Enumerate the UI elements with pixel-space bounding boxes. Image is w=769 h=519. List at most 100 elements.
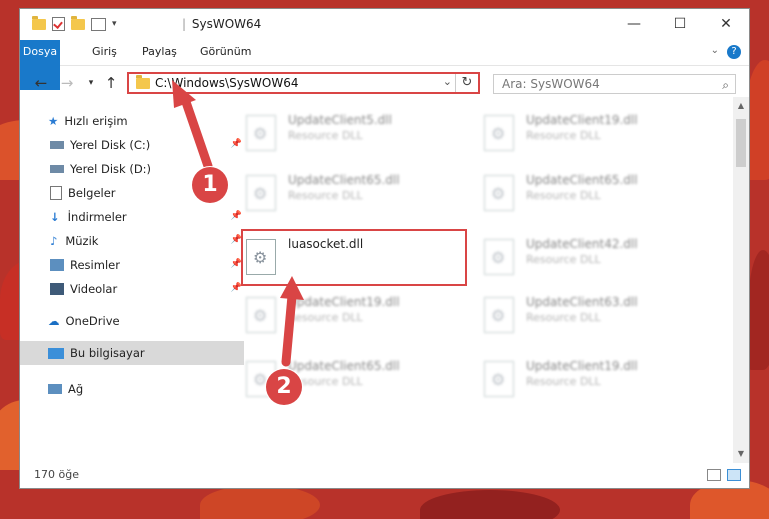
dll-file-icon bbox=[246, 115, 276, 151]
sidebar-item-label: Hızlı erişim bbox=[64, 114, 128, 128]
file-name: UpdateClient65.dll bbox=[288, 173, 400, 187]
address-folder-icon bbox=[136, 75, 150, 89]
file-name: UpdateClient19.dll bbox=[526, 359, 638, 373]
sidebar-item-label: OneDrive bbox=[65, 314, 120, 328]
file-name: UpdateClient63.dll bbox=[526, 295, 638, 309]
file-name: UpdateClient42.dll bbox=[526, 237, 638, 251]
cloud-icon: ☁ bbox=[48, 314, 60, 328]
list-item[interactable]: UpdateClient63.dll Resource DLL bbox=[478, 289, 703, 339]
sidebar-item-disk-c[interactable]: Yerel Disk (C:) 📌 bbox=[20, 133, 246, 157]
list-item[interactable]: UpdateClient65.dll Resource DLL bbox=[478, 167, 703, 217]
dll-file-icon bbox=[484, 239, 514, 275]
title-separator: | bbox=[182, 17, 187, 31]
video-icon bbox=[50, 283, 64, 295]
file-name: UpdateClient19.dll bbox=[288, 295, 400, 309]
tab-home[interactable]: Giriş bbox=[82, 40, 127, 64]
list-item[interactable]: UpdateClient19.dll Resource DLL bbox=[240, 289, 465, 339]
pictures-icon bbox=[50, 259, 64, 271]
sidebar-item-network[interactable]: Ağ bbox=[20, 377, 216, 401]
minimize-button[interactable]: — bbox=[611, 9, 657, 39]
sidebar-item-music[interactable]: ♪ Müzik 📌 bbox=[20, 229, 246, 253]
search-input[interactable]: Ara: SysWOW64 ⌕ bbox=[493, 74, 736, 94]
large-icons-view-icon[interactable] bbox=[727, 469, 741, 481]
window-title-text: SysWOW64 bbox=[191, 17, 262, 31]
file-type: Resource DLL bbox=[526, 129, 601, 142]
sidebar-item-downloads[interactable]: ↓ İndirmeler 📌 bbox=[20, 205, 246, 229]
documents-icon bbox=[50, 186, 62, 200]
scroll-down-icon[interactable]: ▼ bbox=[733, 447, 749, 461]
file-name: UpdateClient65.dll bbox=[526, 173, 638, 187]
sidebar-item-label: Yerel Disk (D:) bbox=[70, 162, 152, 176]
file-type: Resource DLL bbox=[288, 189, 363, 202]
step-2-badge: 2 bbox=[266, 369, 302, 405]
navigation-pane: ★ Hızlı erişim Yerel Disk (C:) 📌 Yerel D… bbox=[20, 105, 244, 367]
vertical-scrollbar[interactable]: ▲ ▼ bbox=[733, 97, 749, 463]
download-icon: ↓ bbox=[50, 210, 60, 224]
chevron-down-icon[interactable]: ▾ bbox=[112, 19, 117, 29]
dll-file-icon bbox=[484, 361, 514, 397]
forward-arrow-icon[interactable]: → bbox=[58, 74, 76, 92]
search-placeholder: Ara: SysWOW64 bbox=[502, 77, 600, 91]
dll-file-icon bbox=[484, 175, 514, 211]
sidebar-item-this-pc[interactable]: Bu bilgisayar bbox=[20, 341, 244, 365]
list-item[interactable]: UpdateClient65.dll Resource DLL bbox=[240, 167, 465, 217]
address-bar[interactable]: C:\Windows\SysWOW64 ⌄ ↻ bbox=[127, 72, 480, 94]
sidebar-item-label: Müzik bbox=[65, 234, 99, 248]
tab-share[interactable]: Paylaş bbox=[132, 40, 187, 64]
sidebar-item-videos[interactable]: Videolar 📌 bbox=[20, 277, 246, 301]
list-item[interactable]: UpdateClient5.dll Resource DLL bbox=[240, 107, 465, 157]
sidebar-item-label: Yerel Disk (C:) bbox=[70, 138, 151, 152]
drive-icon bbox=[50, 141, 64, 149]
file-type: Resource DLL bbox=[526, 311, 601, 324]
help-icon[interactable]: ? bbox=[727, 45, 741, 59]
drive-icon bbox=[50, 165, 64, 173]
search-icon[interactable]: ⌕ bbox=[722, 78, 729, 93]
details-view-icon[interactable] bbox=[707, 469, 721, 481]
sidebar-item-label: Videolar bbox=[70, 282, 118, 296]
luasocket-highlight-box bbox=[241, 229, 467, 286]
explorer-window: ▾ | SysWOW64 — ☐ ✕ Dosya Giriş Paylaş Gö… bbox=[19, 8, 750, 489]
properties-check-icon[interactable] bbox=[52, 17, 65, 31]
ribbon-tabs: Dosya Giriş Paylaş Görünüm ⌄ ? bbox=[20, 40, 749, 90]
tab-view[interactable]: Görünüm bbox=[190, 40, 261, 64]
expand-ribbon-icon[interactable]: ⌄ bbox=[711, 45, 719, 56]
up-arrow-icon[interactable]: ↑ bbox=[102, 74, 120, 92]
customize-toolbar-icon[interactable] bbox=[91, 17, 106, 31]
recent-locations-icon[interactable]: ▾ bbox=[82, 74, 100, 92]
file-type: Resource DLL bbox=[526, 189, 601, 202]
sidebar-item-label: Ağ bbox=[68, 382, 84, 396]
window-title: | SysWOW64 bbox=[180, 17, 261, 31]
new-folder-icon[interactable] bbox=[71, 15, 85, 30]
network-icon bbox=[48, 384, 62, 394]
sidebar-item-label: Belgeler bbox=[68, 186, 116, 200]
address-dropdown-icon[interactable]: ⌄ bbox=[443, 75, 452, 88]
folder-icon[interactable] bbox=[32, 15, 46, 30]
file-type: Resource DLL bbox=[288, 311, 363, 324]
dll-file-icon bbox=[246, 297, 276, 333]
quick-access-toolbar: ▾ bbox=[32, 15, 117, 31]
item-count: 170 öğe bbox=[34, 468, 79, 481]
maximize-button[interactable]: ☐ bbox=[657, 9, 703, 39]
back-arrow-icon[interactable]: ← bbox=[32, 74, 50, 92]
list-item[interactable]: UpdateClient42.dll Resource DLL bbox=[478, 231, 703, 281]
file-name: UpdateClient65.dll bbox=[288, 359, 400, 373]
list-item[interactable]: UpdateClient19.dll Resource DLL bbox=[478, 107, 703, 157]
list-item[interactable]: UpdateClient19.dll Resource DLL bbox=[478, 353, 703, 403]
close-button[interactable]: ✕ bbox=[703, 9, 749, 39]
refresh-icon[interactable]: ↻ bbox=[455, 74, 478, 92]
title-bar: ▾ | SysWOW64 — ☐ ✕ bbox=[20, 9, 749, 39]
star-icon: ★ bbox=[48, 114, 59, 128]
status-bar: 170 öğe bbox=[20, 462, 749, 488]
sidebar-item-quick-access[interactable]: ★ Hızlı erişim bbox=[20, 109, 244, 133]
address-path[interactable]: C:\Windows\SysWOW64 bbox=[155, 76, 299, 90]
sidebar-item-onedrive[interactable]: ☁ OneDrive bbox=[20, 309, 244, 333]
dll-file-icon bbox=[246, 175, 276, 211]
sidebar-item-label: İndirmeler bbox=[67, 210, 127, 224]
file-type: Resource DLL bbox=[526, 253, 601, 266]
scroll-up-icon[interactable]: ▲ bbox=[733, 99, 749, 113]
sidebar-item-label: Bu bilgisayar bbox=[70, 346, 145, 360]
file-name: UpdateClient19.dll bbox=[526, 113, 638, 127]
computer-icon bbox=[48, 347, 64, 359]
sidebar-item-pictures[interactable]: Resimler 📌 bbox=[20, 253, 246, 277]
scrollbar-thumb[interactable] bbox=[736, 119, 746, 167]
